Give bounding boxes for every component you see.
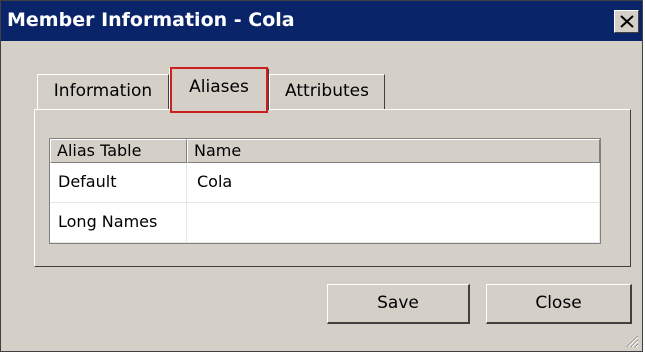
table-row: Default Cola	[50, 163, 600, 203]
save-button[interactable]: Save	[327, 284, 470, 324]
close-window-button[interactable]	[614, 10, 639, 33]
column-header-name[interactable]: Name	[187, 139, 600, 163]
name-cell[interactable]: Cola	[187, 163, 600, 203]
title-bar[interactable]: Member Information - Cola	[1, 1, 642, 41]
column-header-alias-table[interactable]: Alias Table	[50, 139, 187, 163]
member-information-dialog: Member Information - Cola Information Al…	[0, 0, 643, 352]
close-icon	[620, 15, 634, 28]
dialog-title: Member Information - Cola	[7, 9, 295, 31]
alias-table-cell: Default	[50, 163, 187, 203]
name-cell[interactable]	[187, 203, 600, 243]
close-button[interactable]: Close	[486, 284, 632, 324]
tab-information[interactable]: Information	[37, 74, 169, 110]
alias-grid: Alias Table Name Default Cola Long Names	[49, 138, 601, 244]
resize-grip-icon[interactable]	[625, 334, 639, 348]
aliases-tab-highlight	[170, 67, 268, 113]
table-row: Long Names	[50, 203, 600, 243]
tab-attributes[interactable]: Attributes	[269, 74, 385, 110]
alias-table-cell: Long Names	[50, 203, 187, 243]
